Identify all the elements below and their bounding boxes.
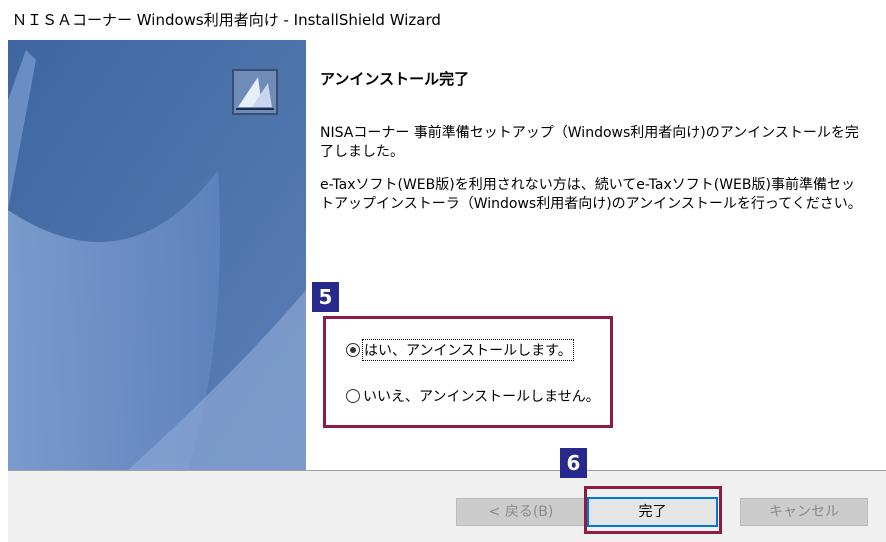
page-heading: アンインストール完了 — [320, 70, 470, 88]
window-title: ＮＩＳＡコーナー Windows利用者向け - InstallShield Wi… — [12, 11, 441, 29]
title-bar: ＮＩＳＡコーナー Windows利用者向け - InstallShield Wi… — [0, 0, 886, 40]
radio-unchecked-icon[interactable] — [346, 389, 360, 403]
radio-checked-icon[interactable] — [346, 343, 360, 357]
step-badge-6: 6 — [560, 448, 587, 478]
finish-button[interactable]: 完了 — [587, 497, 718, 527]
step-badge-5: 5 — [312, 282, 339, 312]
radio-no-label[interactable]: いいえ、アンインストールしません。 — [363, 386, 600, 406]
radio-uninstall-no[interactable]: いいえ、アンインストールしません。 — [346, 384, 600, 408]
radio-yes-label[interactable]: はい、アンインストールします。 — [362, 339, 574, 361]
radio-uninstall-yes[interactable]: はい、アンインストールします。 — [346, 338, 574, 362]
next-step-message: e-Taxソフト(WEB版)を利用されない方は、続いてe-Taxソフト(WEB版… — [320, 177, 862, 212]
installshield-wizard-icon — [232, 69, 278, 115]
cancel-button[interactable]: キャンセル — [740, 498, 868, 526]
options-highlight — [323, 316, 613, 428]
completion-message: NISAコーナー 事前準備セットアップ（Windows利用者向け)のアンインスト… — [320, 125, 859, 160]
back-button[interactable]: < 戻る(B) — [456, 498, 586, 526]
